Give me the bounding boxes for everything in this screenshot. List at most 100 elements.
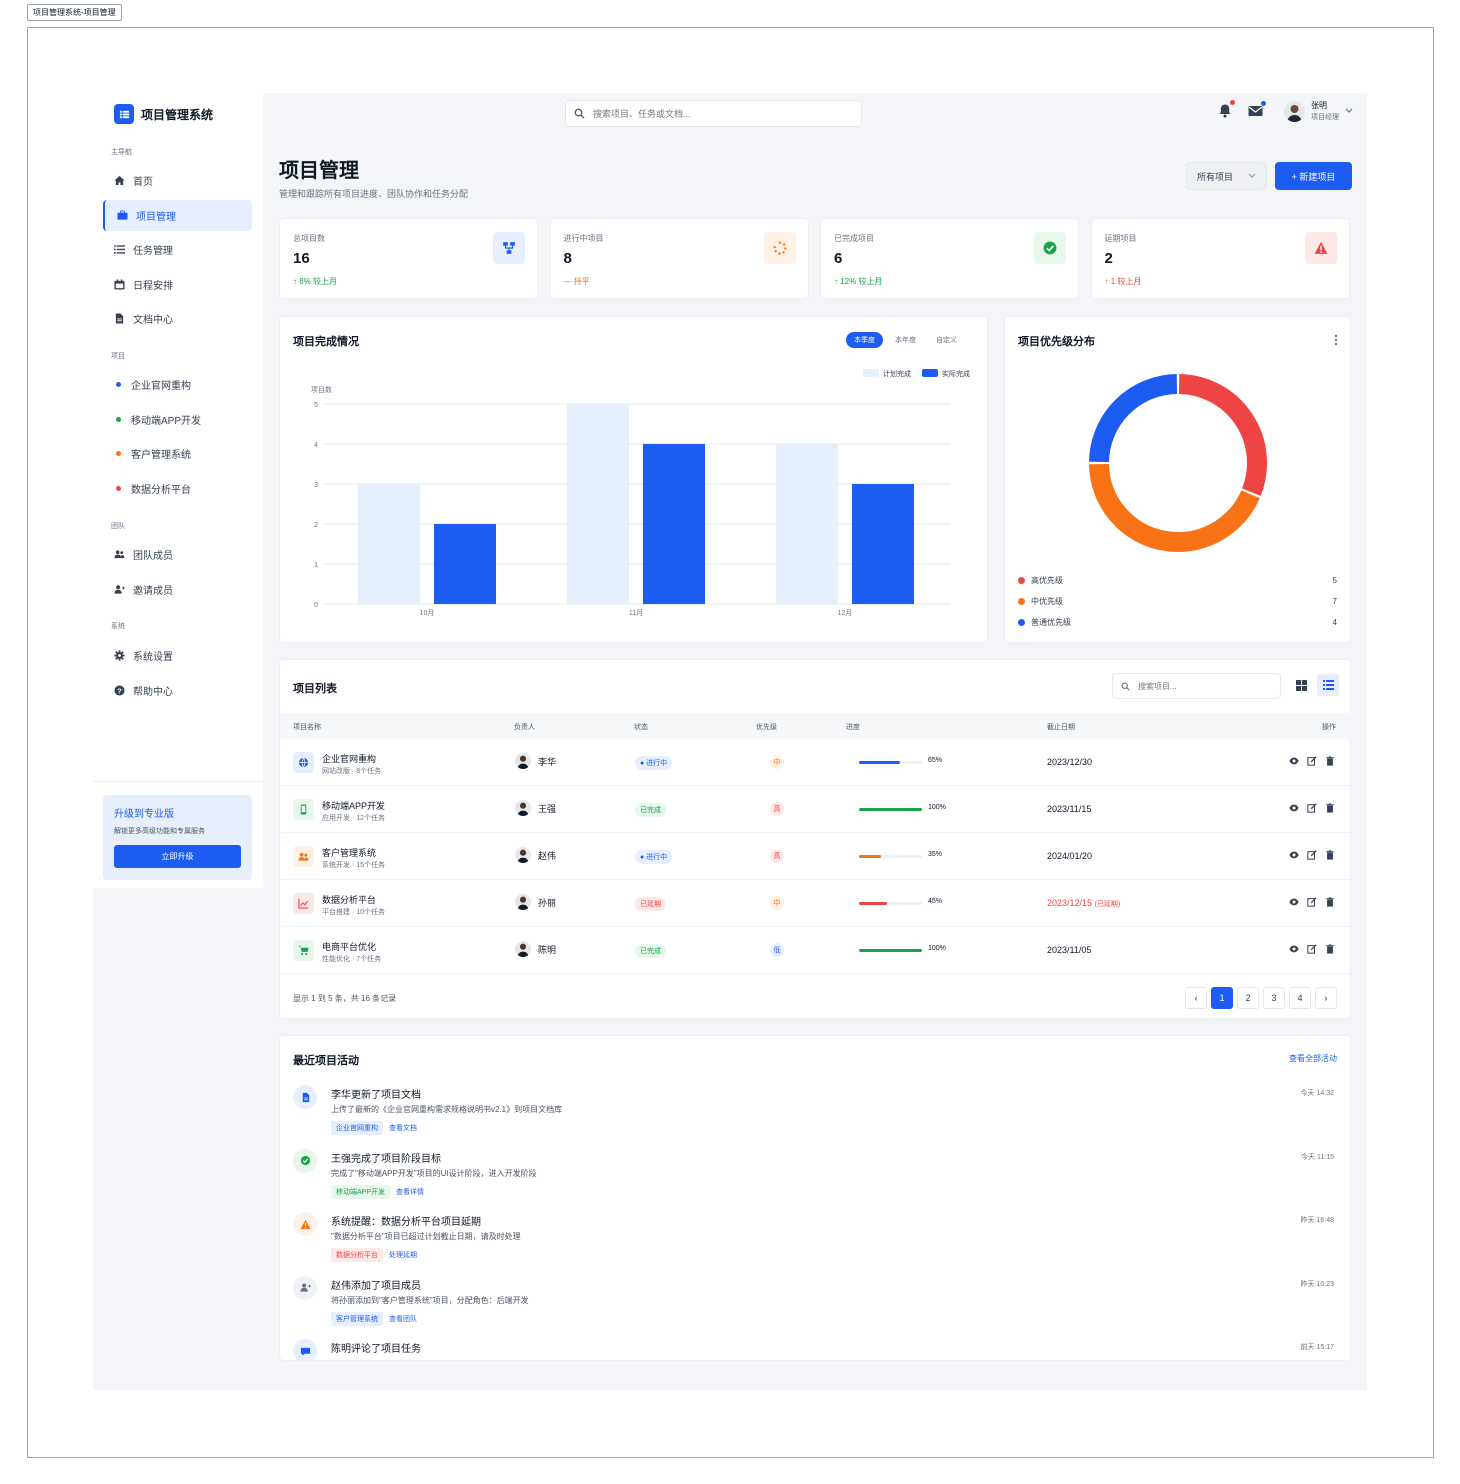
page-button-1[interactable]: 1 [1211, 987, 1233, 1009]
project-meta: 性能优化 · 7个任务 [322, 956, 382, 963]
upgrade-card: 升级到专业版 解锁更多高级功能和专属服务 立即升级 [103, 795, 252, 880]
sitemap-icon [493, 232, 525, 264]
donut-slice [1089, 374, 1178, 463]
col-name: 项目名称 [293, 724, 321, 731]
global-search[interactable] [565, 100, 862, 127]
app-logo[interactable]: 项目管理系统 [114, 104, 213, 124]
project-meta: 系统开发 · 15个任务 [322, 862, 386, 869]
sidebar-item-1[interactable]: 邀请成员 [103, 574, 252, 605]
section-label-team: 团队 [111, 523, 125, 530]
activity-link[interactable]: 查看团队 [389, 1312, 417, 1326]
eye-icon[interactable] [1289, 756, 1299, 766]
table-row[interactable]: 客户管理系统 系统开发 · 15个任务 赵伟 ● 进行中 高 35% 2024/01/20 [280, 833, 1352, 880]
more-icon[interactable] [1334, 334, 1338, 346]
user-menu[interactable]: 张明 项目经理 [1284, 100, 1353, 122]
sidebar-item-2[interactable]: 任务管理 [103, 234, 252, 265]
eye-icon[interactable] [1289, 850, 1299, 860]
edit-icon[interactable] [1307, 756, 1317, 766]
page-button-2[interactable]: 2 [1237, 987, 1259, 1009]
sidebar-item-label: 团队成员 [133, 551, 173, 562]
sidebar-item-3[interactable]: 日程安排 [103, 269, 252, 300]
sidebar-project-1[interactable]: 移动端APP开发 [103, 404, 252, 435]
table-row[interactable]: 数据分析平台 平台搭建 · 10个任务 孙丽 已延期 中 45% 2023/12/15 (已… [280, 880, 1352, 927]
search-input[interactable] [593, 108, 833, 119]
trash-icon[interactable] [1325, 756, 1335, 766]
upgrade-button[interactable]: 立即升级 [114, 845, 241, 868]
sidebar-item-0[interactable]: 团队成员 [103, 539, 252, 570]
table-row[interactable]: 企业官网重构 网站改版 · 8个任务 李华 ● 进行中 中 65% 2023/12/30 [280, 739, 1352, 786]
edit-icon[interactable] [1307, 803, 1317, 813]
project-owner: 王强 [515, 800, 556, 816]
mail-icon[interactable] [1248, 101, 1266, 122]
activity-title: 系统提醒：数据分析平台项目延期 [331, 1217, 481, 1228]
status-badge: ● 进行中 [635, 756, 673, 770]
sidebar-item-0[interactable]: 系统设置 [103, 640, 252, 671]
project-name[interactable]: 客户管理系统 [322, 846, 376, 859]
project-tag[interactable]: 数据分析平台 [331, 1248, 383, 1262]
document-icon [293, 1085, 317, 1109]
table-row[interactable]: 电商平台优化 性能优化 · 7个任务 陈明 已完成 低 100% 2023/11/05 [280, 927, 1352, 974]
col-due: 截止日期 [1047, 724, 1075, 731]
sidebar-item-4[interactable]: 文档中心 [103, 303, 252, 334]
y-tick-label: 2 [314, 522, 318, 529]
stat-change: ↑ 8% 较上月 [293, 277, 338, 286]
globe-icon [293, 752, 314, 773]
trash-icon[interactable] [1325, 850, 1335, 860]
activity-link[interactable]: 查看详情 [396, 1185, 424, 1199]
project-tag[interactable]: 企业官网重构 [331, 1121, 383, 1135]
list-view-button[interactable] [1317, 674, 1339, 696]
project-filter-select[interactable]: 所有项目 [1186, 162, 1267, 190]
progress-percent: 65% [928, 757, 943, 764]
tab-custom[interactable]: 自定义 [928, 332, 965, 348]
project-search-input[interactable] [1138, 681, 1268, 691]
sidebar-item-1[interactable]: ? 帮助中心 [103, 675, 252, 706]
due-date-value: 2023/12/30 [1047, 757, 1093, 767]
activity-item: 系统提醒：数据分析平台项目延期 "数据分析平台"项目已超过计划截止日期，请及时处理… [280, 1212, 1350, 1272]
bell-icon[interactable] [1218, 100, 1235, 123]
new-project-button[interactable]: + 新建项目 [1275, 162, 1352, 190]
project-name[interactable]: 企业官网重构 [322, 752, 376, 765]
y-tick-label: 1 [314, 562, 318, 569]
col-status: 状态 [634, 724, 648, 731]
sidebar-project-0[interactable]: 企业官网重构 [103, 369, 252, 400]
eye-icon[interactable] [1289, 803, 1299, 813]
project-search[interactable] [1112, 673, 1281, 699]
legend-label: 计划完成 [883, 369, 911, 378]
activity-link[interactable]: 处理延期 [389, 1248, 417, 1262]
sidebar-project-3[interactable]: 数据分析平台 [103, 473, 252, 504]
project-name[interactable]: 数据分析平台 [322, 893, 376, 906]
page-button-3[interactable]: 3 [1263, 987, 1285, 1009]
activity-link[interactable]: 查看文档 [389, 1121, 417, 1135]
project-tag[interactable]: 客户管理系统 [331, 1311, 383, 1326]
sidebar: 项目管理系统 主导航 首页 项目管理 任务管理 日程安排 文档中心 项目 企业官网重构移… [93, 93, 263, 888]
sidebar-item-1[interactable]: 项目管理 [103, 199, 252, 231]
sidebar-item-0[interactable]: 首页 [103, 165, 252, 196]
project-name[interactable]: 电商平台优化 [322, 940, 376, 953]
calendar-icon [113, 278, 125, 290]
col-owner: 负责人 [514, 724, 535, 731]
edit-icon[interactable] [1307, 944, 1317, 954]
activity-time: 昨天 10:23 [1300, 1280, 1334, 1288]
trash-icon[interactable] [1325, 897, 1335, 907]
eye-icon[interactable] [1289, 897, 1299, 907]
page-button-4[interactable]: 4 [1289, 987, 1311, 1009]
edit-icon[interactable] [1307, 850, 1317, 860]
prev-page-button[interactable]: ‹ [1185, 987, 1207, 1009]
table-row[interactable]: 移动端APP开发 应用开发 · 12个任务 王强 已完成 高 100% 2023/11/15 [280, 786, 1352, 833]
grid-view-button[interactable] [1290, 674, 1312, 696]
briefcase-icon [116, 209, 128, 221]
eye-icon[interactable] [1289, 944, 1299, 954]
view-all-activity-link[interactable]: 查看全部活动 [1289, 1053, 1337, 1064]
next-page-button[interactable]: › [1315, 987, 1337, 1009]
project-tag[interactable]: 移动端APP开发 [331, 1184, 391, 1199]
priority-legend-item: 高优先级 5 [1018, 575, 1337, 586]
tab-quarter[interactable]: 本季度 [846, 332, 883, 348]
trash-icon[interactable] [1325, 803, 1335, 813]
sidebar-project-2[interactable]: 客户管理系统 [103, 438, 252, 469]
tab-year[interactable]: 本年度 [887, 332, 924, 348]
trash-icon[interactable] [1325, 944, 1335, 954]
project-name[interactable]: 移动端APP开发 [322, 799, 385, 812]
status-badge: ● 进行中 [635, 850, 673, 864]
due-date-value: 2023/12/15 [1047, 898, 1093, 908]
edit-icon[interactable] [1307, 897, 1317, 907]
